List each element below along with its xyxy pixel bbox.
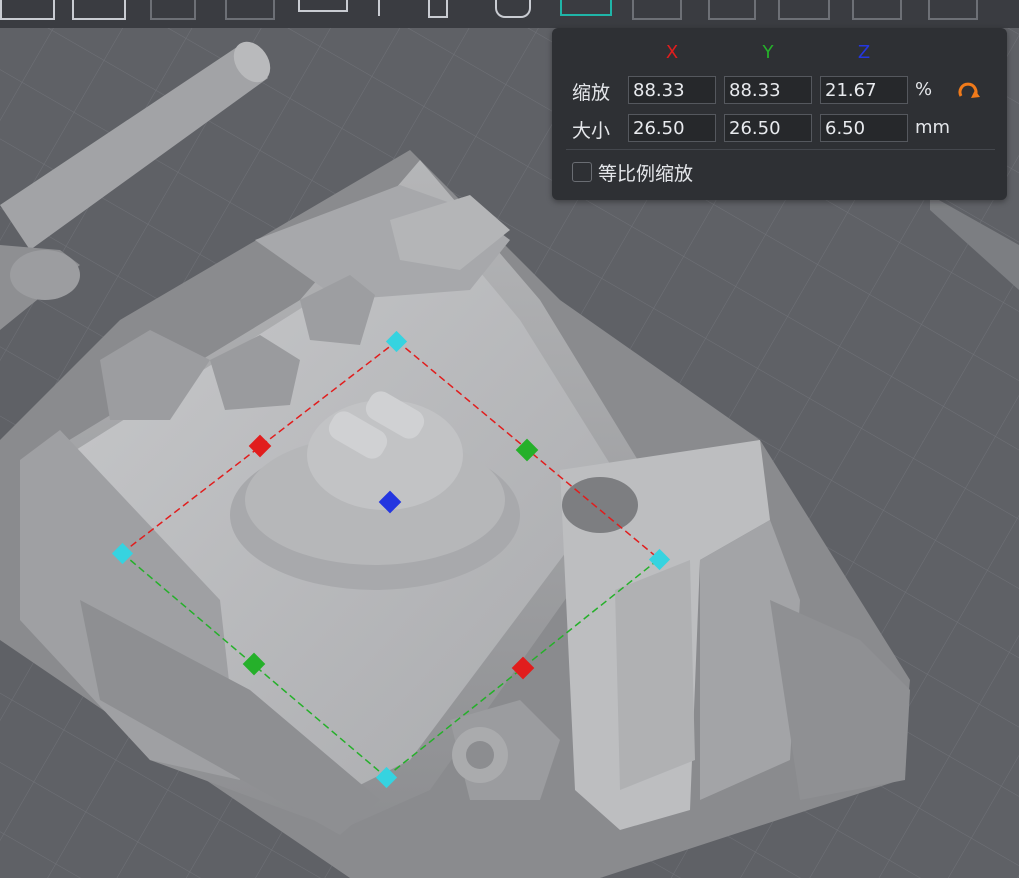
lay-flat-icon[interactable]	[495, 0, 531, 18]
clone-icon[interactable]	[778, 0, 830, 20]
scale-x-input[interactable]	[628, 76, 716, 104]
layout-icon[interactable]	[72, 0, 126, 20]
size-y-input[interactable]	[724, 114, 812, 142]
scale-row-label: 缩放	[572, 82, 611, 104]
copy-icon[interactable]	[225, 0, 275, 20]
undo-icon[interactable]	[150, 0, 196, 20]
drop-to-plate-icon[interactable]	[428, 0, 448, 18]
toolbar-divider	[378, 0, 380, 16]
size-x-input[interactable]	[628, 114, 716, 142]
panel-divider	[566, 149, 995, 150]
scale-z-input[interactable]	[820, 76, 908, 104]
uniform-scale-checkbox[interactable]	[572, 162, 592, 182]
scale-tool-icon[interactable]	[560, 0, 612, 16]
scale-unit: %	[915, 79, 933, 100]
axis-x-header: X	[665, 42, 679, 63]
axis-z-header: Z	[857, 42, 871, 63]
texture-icon[interactable]	[852, 0, 902, 20]
plate-icon[interactable]	[708, 0, 756, 20]
scale-y-input[interactable]	[724, 76, 812, 104]
rotate-reset-icon[interactable]	[955, 80, 981, 106]
size-unit: mm	[915, 117, 951, 138]
top-toolbar	[0, 0, 1019, 28]
align-icon[interactable]	[298, 0, 348, 12]
size-row-label: 大小	[572, 120, 611, 142]
size-z-input[interactable]	[820, 114, 908, 142]
split-icon[interactable]	[632, 0, 682, 20]
scale-panel: X Y Z 缩放 % 大小 mm 等比例缩放	[552, 28, 1007, 200]
uniform-scale-label: 等比例缩放	[598, 163, 694, 185]
cube-icon[interactable]	[928, 0, 978, 20]
auto-arrange-icon[interactable]	[0, 0, 55, 20]
axis-y-header: Y	[762, 42, 774, 63]
